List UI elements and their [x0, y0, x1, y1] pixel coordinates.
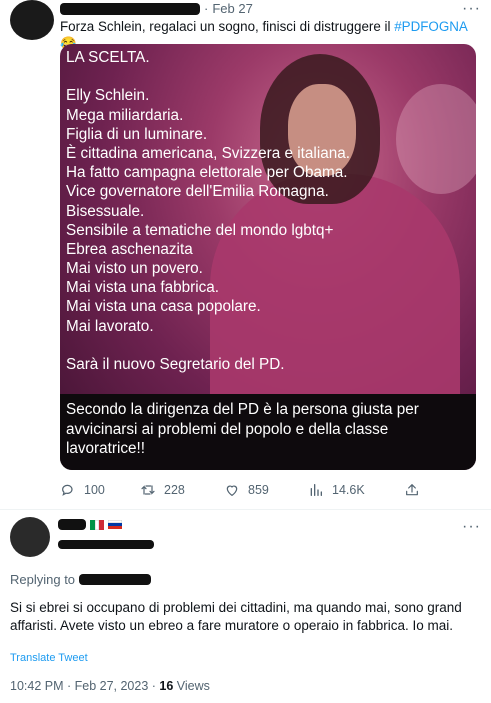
views-label: Views	[173, 679, 210, 693]
image-text-line: Vice governatore dell'Emilia Romagna.	[66, 183, 329, 201]
image-text-line	[66, 67, 466, 86]
image-text-line: LA SCELTA.	[66, 49, 150, 66]
views-count: 14.6K	[332, 483, 365, 497]
reply-icon	[62, 484, 73, 496]
views-count: 16	[159, 679, 174, 693]
italy-flag-icon	[90, 519, 105, 530]
russia-flag-icon	[108, 519, 122, 530]
image-text-line: Mai vista una fabbrica.	[66, 279, 220, 297]
share-button[interactable]	[404, 482, 420, 498]
image-text-line: Ha fatto campagna elettorale per Obama.	[66, 164, 348, 182]
share-icon	[406, 484, 418, 496]
tweet-media-image[interactable]: LA SCELTA. Elly Schlein. Mega miliardaria.…	[60, 44, 476, 470]
replying-to: Replying to	[10, 572, 152, 587]
redacted-username	[60, 2, 200, 15]
redacted-mention[interactable]	[79, 574, 152, 585]
image-text-line: Figlia di un luminare.	[66, 125, 208, 143]
tweet-text-body: Forza Schlein, regalaci un sogno, finisc…	[60, 19, 395, 34]
reply-button[interactable]: 100	[60, 482, 140, 498]
tweet-actions: 100 228 859 14.6K	[60, 482, 480, 498]
more-icon[interactable]: ···	[462, 0, 481, 18]
image-text-line: Bisessuale.	[66, 202, 145, 220]
user-name[interactable]	[58, 519, 122, 530]
divider	[0, 509, 491, 510]
like-button[interactable]: 859	[224, 482, 308, 498]
more-icon[interactable]: ···	[462, 518, 481, 536]
like-icon	[226, 485, 238, 497]
hashtag-link[interactable]: #PDFOGNA	[394, 19, 467, 34]
avatar[interactable]	[10, 0, 54, 40]
image-text-line: Mai lavorato.	[66, 317, 154, 335]
reply-count: 100	[84, 483, 105, 497]
redacted-display-name	[58, 519, 86, 530]
image-text-line: Ebrea aschenazita	[66, 240, 193, 258]
retweet-button[interactable]: 228	[140, 482, 224, 498]
retweet-count: 228	[164, 483, 185, 497]
like-count: 859	[248, 483, 269, 497]
separator: ·	[204, 1, 209, 16]
image-text-line	[66, 336, 466, 355]
image-text-line: Elly Schlein.	[66, 87, 150, 105]
image-band-text: Secondo la dirigenza del PD è la persona…	[66, 401, 419, 457]
reply-text: Si si ebrei si occupano di problemi dei …	[10, 600, 462, 633]
image-text-line: È cittadina americana, Svizzera e italia…	[66, 144, 350, 162]
views-icon	[310, 484, 322, 496]
image-text-line: Sarà il nuovo Segretario del PD.	[66, 356, 285, 373]
image-text-line: Sensibile a tematiche del mondo lgbtq+	[66, 221, 334, 239]
image-text-line: Mai visto un povero.	[66, 260, 203, 278]
replying-to-label: Replying to	[10, 572, 76, 587]
image-text-line: Mega miliardaria.	[66, 106, 184, 124]
redacted-handle	[58, 540, 154, 549]
image-text-line: Mai vista una casa popolare.	[66, 298, 261, 316]
timestamp[interactable]: 10:42 PM · Feb 27, 2023 ·	[10, 679, 159, 693]
image-caption-lines: LA SCELTA. Elly Schlein. Mega miliardaria.…	[66, 48, 466, 374]
tweet-header: · Feb 27	[60, 1, 253, 16]
translate-tweet-link[interactable]: Translate Tweet	[10, 652, 88, 664]
views-button[interactable]: 14.6K	[308, 482, 404, 498]
avatar[interactable]	[10, 517, 50, 557]
tweet-date[interactable]: Feb 27	[212, 1, 252, 16]
tweet-metadata: 10:42 PM · Feb 27, 2023 · 16 Views	[10, 679, 210, 693]
retweet-icon	[141, 485, 155, 495]
